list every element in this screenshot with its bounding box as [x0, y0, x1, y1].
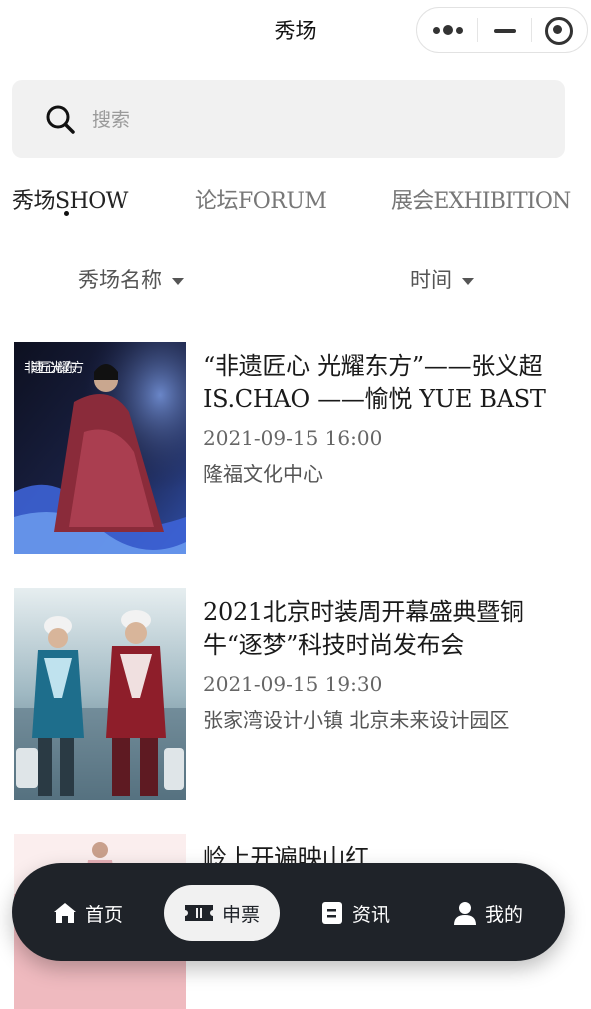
nav-news[interactable]: 资讯 — [320, 885, 390, 941]
capsule-divider — [477, 18, 478, 42]
event-poster[interactable] — [14, 588, 186, 800]
event-time: 2021-09-15 19:30 — [203, 672, 383, 696]
news-icon — [322, 902, 342, 924]
minimize-icon[interactable] — [489, 8, 523, 52]
caret-down-icon — [172, 277, 184, 285]
poster-image — [14, 588, 186, 800]
title-bar: 秀场 — [0, 0, 591, 62]
filter-time[interactable]: 时间 — [410, 264, 474, 294]
poster-image: 非遗匠心 光耀东方 — [14, 342, 186, 554]
miniprogram-capsule — [416, 7, 588, 53]
active-tab-indicator — [64, 211, 69, 216]
capsule-divider — [531, 18, 532, 42]
search-input[interactable] — [90, 100, 534, 140]
event-title: 2021北京时装周开幕盛典暨铜牛“逐梦”科技时尚发布会 — [203, 598, 524, 659]
tab-show[interactable]: 秀场SHOW — [12, 183, 128, 215]
filter-time-label: 时间 — [410, 268, 452, 292]
search-bar[interactable] — [12, 80, 565, 158]
event-venue: 隆福文化中心 — [203, 462, 323, 486]
target-icon[interactable] — [542, 8, 576, 52]
event-poster[interactable]: 非遗匠心 光耀东方 — [14, 342, 186, 554]
nav-news-label: 资讯 — [352, 903, 391, 926]
nav-home[interactable]: 首页 — [53, 885, 123, 941]
more-dots-icon[interactable] — [431, 8, 469, 52]
nav-mine-label: 我的 — [485, 903, 524, 926]
event-venue: 张家湾设计小镇 北京未来设计园区 — [203, 708, 510, 732]
event-time: 2021-09-15 16:00 — [203, 426, 383, 450]
tab-forum[interactable]: 论坛FORUM — [195, 183, 327, 215]
event-card[interactable]: 2021北京时装周开幕盛典暨铜牛“逐梦”科技时尚发布会 2021-09-15 1… — [14, 588, 574, 803]
caret-down-icon — [462, 277, 474, 285]
nav-home-label: 首页 — [85, 903, 124, 926]
bottom-nav: 首页 申票 资讯 我的 — [12, 863, 565, 961]
home-icon — [54, 903, 76, 923]
poster-text: 非遗匠心 光耀东方 — [24, 360, 84, 376]
ticket-icon — [184, 905, 213, 921]
event-title: “非遗匠心 光耀东方”——张义超IS.CHAO ——愉悦 YUE BAST — [203, 352, 546, 413]
filter-show-name[interactable]: 秀场名称 — [78, 264, 184, 294]
user-icon — [454, 902, 476, 925]
tab-exhibition[interactable]: 展会EXHIBITION — [391, 183, 571, 215]
nav-mine[interactable]: 我的 — [453, 885, 523, 941]
filter-show-name-label: 秀场名称 — [78, 268, 162, 292]
nav-ticket[interactable]: 申票 — [164, 885, 280, 941]
nav-ticket-label: 申票 — [221, 903, 260, 926]
search-icon — [46, 105, 75, 134]
event-card[interactable]: 非遗匠心 光耀东方 “非遗匠心 光耀东方”——张义超IS.CHAO ——愉悦 Y… — [14, 342, 574, 557]
